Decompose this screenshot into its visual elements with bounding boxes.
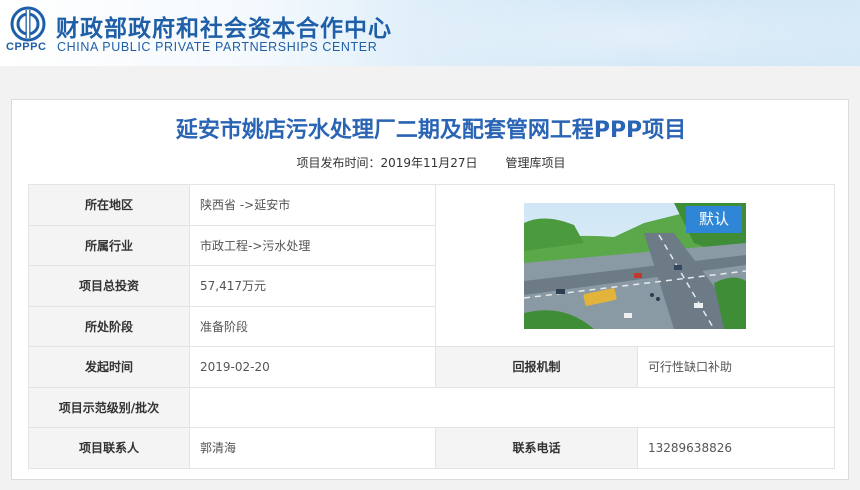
table-row: 项目联系人 郭清海 联系电话 13289638826: [28, 427, 835, 469]
contact-value: 郭清海: [189, 427, 436, 469]
stage-label: 所处阶段: [28, 305, 190, 347]
logo-abbreviation[interactable]: CPPPC: [6, 41, 52, 53]
region-label: 所在地区: [28, 184, 190, 226]
publish-time-value: 2019年11月27日: [380, 156, 478, 170]
project-category: 管理库项目: [505, 156, 566, 170]
region-value: 陕西省 ->延安市: [189, 184, 436, 226]
project-title: 延安市姚店污水处理厂二期及配套管网工程PPP项目: [175, 118, 687, 143]
contact-label: 项目联系人: [28, 427, 190, 469]
table-row: 发起时间 2019-02-20 回报机制 可行性缺口补助: [28, 346, 835, 388]
publish-time-label: 项目发布时间：: [296, 156, 381, 170]
project-image[interactable]: 默认: [524, 202, 746, 329]
table-row: 所在地区 陕西省 ->延安市 默认: [28, 184, 835, 347]
launch-time-value: 2019-02-20: [189, 346, 436, 388]
project-detail-panel: 延安市姚店污水处理厂二期及配套管网工程PPP项目 项目发布时间：2019年11月…: [11, 99, 849, 480]
project-meta: 项目发布时间：2019年11月27日 管理库项目: [12, 154, 850, 171]
org-name-cn[interactable]: 财政部政府和社会资本合作中心: [56, 9, 392, 43]
project-image-cell: 默认: [435, 184, 835, 347]
default-image-badge: 默认: [686, 205, 742, 233]
header-decoration: [380, 0, 860, 66]
phone-label: 联系电话: [435, 427, 638, 469]
launch-time-label: 发起时间: [28, 346, 190, 388]
investment-label: 项目总投资: [28, 265, 190, 307]
stage-value: 准备阶段: [189, 305, 436, 347]
industry-value: 市政工程->污水处理: [189, 224, 436, 266]
investment-value: 57,417万元: [189, 265, 436, 307]
table-row: 项目示范级别/批次: [28, 386, 835, 428]
phone-value: 13289638826: [637, 427, 835, 469]
org-name-en: CHINA PUBLIC PRIVATE PARTNERSHIPS CENTER: [57, 40, 378, 54]
cpppc-logo-icon[interactable]: [10, 6, 46, 42]
industry-label: 所属行业: [28, 224, 190, 266]
demo-level-value: [189, 386, 835, 428]
return-mechanism-label: 回报机制: [435, 346, 638, 388]
site-header: CPPPC 财政部政府和社会资本合作中心 CHINA PUBLIC PRIVAT…: [0, 0, 860, 66]
return-mechanism-value: 可行性缺口补助: [637, 346, 835, 388]
project-info-table: 所在地区 陕西省 ->延安市 默认 所属行业 市政工程->污水处理 项目总投资 …: [28, 184, 835, 469]
demo-level-label: 项目示范级别/批次: [28, 386, 190, 428]
